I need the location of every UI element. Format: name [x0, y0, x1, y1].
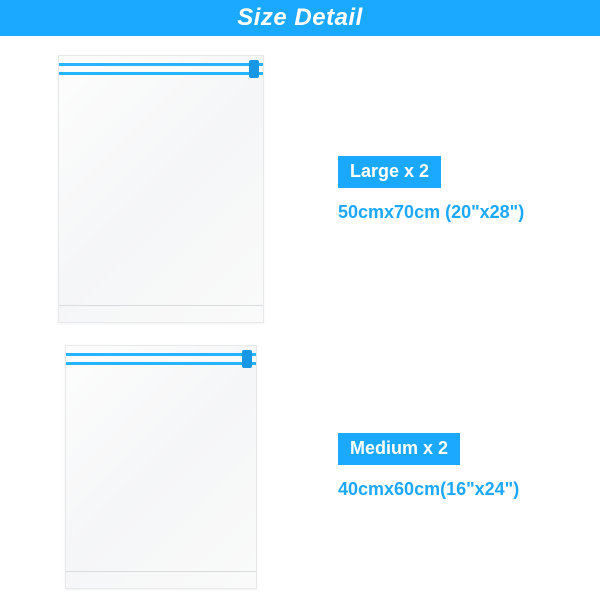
zipper-slider-icon — [242, 350, 252, 368]
size-row-medium: Medium x 2 40cmx60cm(16"x24") — [0, 334, 600, 599]
vacuum-bag-icon — [58, 55, 264, 323]
size-row-large: Large x 2 50cmx70cm (20"x28") — [0, 44, 600, 334]
info-medium: Medium x 2 40cmx60cm(16"x24") — [310, 433, 600, 500]
zipper-slider-icon — [249, 60, 259, 78]
size-badge-medium: Medium x 2 — [338, 433, 460, 465]
vacuum-bag-icon — [65, 345, 257, 589]
bag-image-large — [0, 55, 310, 323]
zipper-icon — [59, 63, 263, 75]
dimensions-large: 50cmx70cm (20"x28") — [338, 202, 600, 223]
bag-seam-icon — [66, 571, 256, 572]
content-area: Large x 2 50cmx70cm (20"x28") Medium x 2… — [0, 36, 600, 599]
zipper-icon — [66, 353, 256, 365]
size-detail-banner: Size Detail — [0, 0, 600, 36]
bag-seam-icon — [59, 305, 263, 306]
bag-image-medium — [0, 345, 310, 589]
banner-title: Size Detail — [237, 4, 363, 32]
dimensions-medium: 40cmx60cm(16"x24") — [338, 479, 600, 500]
info-large: Large x 2 50cmx70cm (20"x28") — [310, 156, 600, 223]
size-badge-large: Large x 2 — [338, 156, 441, 188]
